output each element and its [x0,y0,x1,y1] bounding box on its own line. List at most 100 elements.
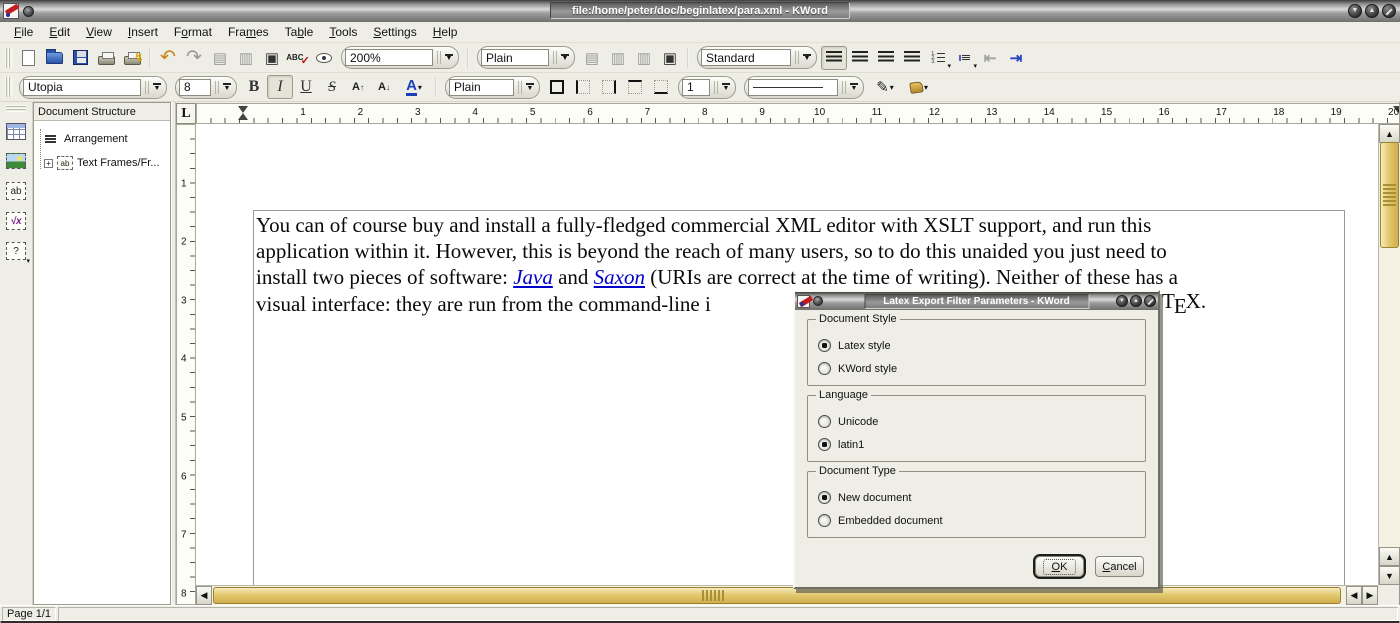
frame-borders-button[interactable]: ▣ [259,46,285,70]
insert-table-button[interactable] [3,118,29,144]
redo-button[interactable]: ↷ [181,46,207,70]
chevron-down-icon[interactable]: ▾ [890,83,894,92]
radio-option-kword-style[interactable]: KWord style [818,357,1145,380]
insert-picture-button[interactable] [3,148,29,174]
zoom-value[interactable]: 200% [345,49,433,66]
insert-special-char-button[interactable]: ▥ [631,46,657,70]
tab-type-button[interactable]: L [176,103,196,124]
superscript-button[interactable]: A↑ [345,75,371,99]
kword-app-icon[interactable] [3,3,19,19]
toolbar-handle[interactable] [5,77,12,97]
horizontal-scrollbar[interactable]: ◀ ◀ ▶ [196,585,1378,605]
spellcheck-button[interactable]: ABC ✓ [285,46,311,70]
border-right-button[interactable] [596,75,622,99]
close-button[interactable] [1382,4,1396,18]
border-width-value[interactable]: 1 [682,79,710,96]
radio-option-latex-style[interactable]: Latex style [818,334,1145,357]
border-bottom-button[interactable] [648,75,674,99]
undo-button[interactable]: ↶ [155,46,181,70]
toolbar-handle[interactable] [6,105,26,112]
vertical-ruler[interactable]: 12345678 [176,124,196,605]
align-right-button[interactable] [873,46,899,70]
font-size-combobox[interactable]: 8 ▼ [175,76,237,99]
toolbar-handle[interactable] [5,48,12,68]
vertical-scroll-thumb[interactable] [1380,142,1399,248]
font-family-combobox[interactable]: Utopia ▼ [19,76,167,99]
dialog-maximize-button[interactable]: ▲ [1130,295,1142,307]
subscript-button[interactable]: A↓ [371,75,397,99]
insert-footnote-button[interactable]: ▤ [579,46,605,70]
scroll-left-button[interactable]: ◀ [196,586,212,605]
radio-option-unicode[interactable]: Unicode [818,410,1145,433]
vertical-scrollbar[interactable]: ▲ ▲ ▼ [1378,124,1400,585]
align-center-button[interactable] [847,46,873,70]
menu-table[interactable]: Table [277,23,322,41]
horizontal-ruler[interactable]: 1234567891011121314151617181920 [196,103,1400,124]
chevron-down-icon[interactable]: ▼ [561,54,569,62]
print-button[interactable] [93,46,119,70]
chevron-down-icon[interactable]: ▼ [722,83,730,91]
radio-button[interactable] [818,415,831,428]
menu-tools[interactable]: Tools [321,23,365,41]
hyperlink[interactable]: Saxon [594,265,645,289]
increase-indent-button[interactable]: ⇥ [1003,46,1029,70]
insert-formula-button[interactable]: √x [3,208,29,234]
border-top-button[interactable] [622,75,648,99]
border-line-style-value[interactable] [748,79,838,96]
chevron-down-icon[interactable]: ▼ [850,83,858,91]
menu-help[interactable]: Help [425,23,466,41]
chevron-down-icon[interactable]: ▾ [924,83,928,92]
menu-file[interactable]: File [6,23,41,41]
chevron-down-icon[interactable]: ▾ [26,257,30,265]
dialog-titlebar[interactable]: - Latex Export Filter Parameters - KWord… [795,292,1158,310]
chevron-down-icon[interactable]: ▼ [803,54,811,62]
tree-item-text-frames[interactable]: + ab Text Frames/Fr... [44,151,170,175]
create-text-frame-button[interactable]: ▣ [657,46,683,70]
insert-variable-button[interactable]: ▥ [605,46,631,70]
scroll-down-button[interactable]: ▼ [1379,566,1400,585]
italic-button[interactable]: I [267,75,293,99]
print-preview-button[interactable]: ↯ [119,46,145,70]
list-style-combobox[interactable]: Standard ▼ [697,46,817,69]
chevron-down-icon[interactable]: ▼ [526,83,534,91]
font-size-value[interactable]: 8 [179,79,211,96]
document-text-line[interactable]: install two pieces of software: Java and… [256,264,1342,290]
bullet-list-button[interactable]: ▾ [951,46,977,70]
underline-button[interactable]: U [293,75,319,99]
latex-export-dialog[interactable]: - Latex Export Filter Parameters - KWord… [793,290,1160,589]
minimize-button[interactable]: ▼ [1348,4,1362,18]
dialog-minimize-button[interactable]: ▼ [1116,295,1128,307]
hyperlink[interactable]: Java [513,265,553,289]
chevron-down-icon[interactable]: ▾ [418,83,422,92]
radio-option-new-document[interactable]: New document [818,486,1145,509]
strikethrough-button[interactable]: S [319,75,345,99]
scroll-up-button-2[interactable]: ▲ [1379,547,1400,566]
radio-button[interactable] [818,438,831,451]
scroll-right-button[interactable]: ▶ [1362,586,1378,605]
zoom-combobox[interactable]: 200% ▼ [341,46,459,69]
open-button[interactable] [41,46,67,70]
new-document-button[interactable] [15,46,41,70]
expand-icon[interactable]: + [44,159,53,168]
paragraph-style-value[interactable]: Plain [481,49,549,66]
bold-button[interactable]: B [241,75,267,99]
border-left-button[interactable] [570,75,596,99]
tree-item-arrangement[interactable]: Arrangement [44,127,170,151]
frame-style-combobox[interactable]: Plain ▼ [445,76,540,99]
radio-button[interactable] [818,362,831,375]
radio-button[interactable] [818,339,831,352]
border-outline-button[interactable] [544,75,570,99]
document-text-line[interactable]: You can of course buy and install a full… [256,212,1342,238]
scroll-up-button[interactable]: ▲ [1379,124,1400,143]
border-color-button[interactable]: ✎ ▾ [868,75,902,99]
background-color-button[interactable]: ▾ [902,75,936,99]
window-menu-button[interactable]: - [23,6,34,17]
radio-option-latin1[interactable]: latin1 [818,433,1145,456]
insert-object-button[interactable]: ? ▾ [3,238,29,264]
cancel-button[interactable]: Cancel [1095,556,1144,577]
document-text-line[interactable]: application within it. However, this is … [256,238,1342,264]
text-color-button[interactable]: A ▾ [397,75,431,99]
chevron-down-icon[interactable]: ▼ [445,54,453,62]
document-canvas[interactable]: You can of course buy and install a full… [196,124,1378,585]
align-justify-button[interactable] [899,46,925,70]
